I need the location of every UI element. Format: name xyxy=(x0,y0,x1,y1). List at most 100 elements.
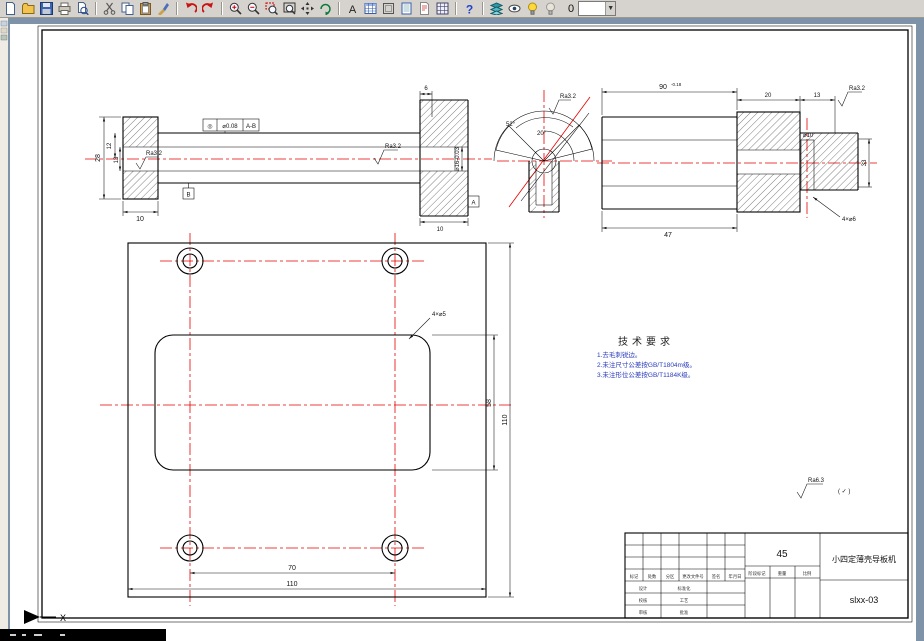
open-icon[interactable] xyxy=(20,1,37,17)
grid-icon[interactable] xyxy=(434,1,451,17)
tb-label-stage: 阶段标记 xyxy=(748,570,766,577)
new-icon-glyph xyxy=(6,2,15,15)
regen-icon[interactable] xyxy=(317,1,334,17)
copy-icon-glyph xyxy=(121,2,134,15)
undo-icon[interactable] xyxy=(182,1,199,17)
pan-icon[interactable] xyxy=(299,1,316,17)
toolbar-separator xyxy=(455,2,457,15)
tb-label-sign: 签名 xyxy=(712,573,721,580)
format-brush-icon[interactable] xyxy=(155,1,172,17)
hatch-area xyxy=(123,117,158,147)
main-toolbar: A ? 0 ▼ xyxy=(0,0,924,18)
tb-label-process: 工艺 xyxy=(680,598,689,603)
dim-110-bottom[interactable]: 110 xyxy=(286,581,297,588)
save-icon-glyph xyxy=(40,2,53,15)
markup-icon-glyph xyxy=(420,2,429,15)
tech-req-item: 2.未注尺寸公差按GB/T1804m级。 xyxy=(597,360,696,369)
dim-ra-angled[interactable]: Ra3.2 xyxy=(560,94,577,100)
frame-icon-glyph xyxy=(383,3,394,14)
paste-icon[interactable] xyxy=(137,1,154,17)
tech-req-item: 3.未注形位公差按GB/T1184K级。 xyxy=(597,370,694,379)
zoom-in-icon[interactable] xyxy=(227,1,244,17)
zoom-out-icon[interactable] xyxy=(245,1,262,17)
layers-icon[interactable] xyxy=(488,1,505,17)
redo-icon[interactable] xyxy=(200,1,217,17)
help-icon[interactable]: ? xyxy=(461,1,478,17)
markup-icon[interactable] xyxy=(416,1,433,17)
dim-ra-shaft[interactable]: Ra3.2 xyxy=(849,86,866,92)
print-preview-icon[interactable] xyxy=(74,1,91,17)
dim-13[interactable]: 13 xyxy=(114,156,120,163)
cut-icon[interactable] xyxy=(101,1,118,17)
datum-b-label: B xyxy=(186,193,190,199)
tb-label-approve: 批准 xyxy=(680,609,689,616)
tb-label-review: 审核 xyxy=(639,609,648,616)
app-window: A ? 0 ▼ 28 12 13 Ra3.2 10 ◎ ⌀0.08 A-B Ra… xyxy=(0,0,924,641)
dim-10-left[interactable]: 10 xyxy=(136,216,144,223)
dim-58[interactable]: 58 xyxy=(486,399,493,407)
chevron-down-icon[interactable]: ▼ xyxy=(605,2,616,15)
dim-13[interactable]: 13 xyxy=(814,93,821,99)
visibility-icon[interactable] xyxy=(506,1,523,17)
notebook-icon[interactable] xyxy=(398,1,415,17)
table-icon[interactable] xyxy=(362,1,379,17)
dim-90[interactable]: 90 xyxy=(659,84,667,91)
copy-icon[interactable] xyxy=(119,1,136,17)
finish-rest: ( ✓ ) xyxy=(838,489,850,495)
dim-33[interactable]: 33 xyxy=(862,159,868,166)
dim-ra-bore[interactable]: Ra3.2 xyxy=(146,151,163,157)
dim-phi16[interactable]: ⌀16-0.03 xyxy=(455,146,461,171)
new-icon[interactable] xyxy=(2,1,19,17)
zoom-out-icon-glyph xyxy=(247,2,260,15)
dim-angle-52[interactable]: 52° xyxy=(506,122,516,128)
dim-110-right[interactable]: 110 xyxy=(502,414,509,425)
zoom-all-icon-glyph xyxy=(283,2,296,15)
print-icon[interactable] xyxy=(56,1,73,17)
hatch-area xyxy=(800,133,858,190)
dim-28[interactable]: 28 xyxy=(95,154,102,162)
dim-90-tol[interactable]: -0.18 xyxy=(671,82,682,87)
grid-icon-glyph xyxy=(436,2,449,15)
open-icon-glyph xyxy=(22,3,35,14)
text-style-icon-glyph: A xyxy=(349,4,357,15)
drawing-canvas[interactable]: 28 12 13 Ra3.2 10 ◎ ⌀0.08 A-B Ra3.2 6 ⌀1… xyxy=(0,18,924,641)
current-layer-label: 0 xyxy=(568,2,575,15)
zoom-window-icon[interactable] xyxy=(263,1,280,17)
dim-4x6[interactable]: 4×⌀6 xyxy=(842,217,856,223)
dim-10-right[interactable]: 10 xyxy=(437,227,444,233)
hatch-area xyxy=(123,171,158,199)
layer-combo[interactable]: ▼ xyxy=(578,1,617,16)
dim-47[interactable]: 47 xyxy=(664,232,672,239)
paste-icon-glyph xyxy=(140,2,151,15)
save-icon[interactable] xyxy=(38,1,55,17)
tb-material: 45 xyxy=(776,549,788,560)
print-icon-glyph xyxy=(58,2,71,15)
dim-phi10[interactable]: ⌀10 xyxy=(803,133,814,139)
tb-label-scale: 比例 xyxy=(803,570,812,577)
dim-4x5[interactable]: 4×⌀5 xyxy=(432,312,446,318)
dim-angle-20[interactable]: 20° xyxy=(537,131,547,137)
bulb-on-icon[interactable] xyxy=(524,1,541,17)
undo-icon-glyph xyxy=(186,2,197,13)
toolbar-separator xyxy=(482,2,484,15)
tb-label-mark: 标记 xyxy=(630,573,639,580)
zoom-in-icon-glyph xyxy=(229,2,242,15)
fcf-symbol: ◎ xyxy=(207,124,212,130)
status-bar-fragment[interactable] xyxy=(0,629,166,641)
bulb-off-icon[interactable] xyxy=(542,1,559,17)
dim-12[interactable]: 12 xyxy=(107,142,113,149)
toolbar-separator xyxy=(176,2,178,15)
print-preview-icon-glyph xyxy=(78,2,89,15)
tb-label-date: 年月日 xyxy=(729,573,742,580)
zoom-all-icon[interactable] xyxy=(281,1,298,17)
docked-toolbar-strip xyxy=(0,18,8,629)
hatch-area xyxy=(737,174,800,212)
frame-icon[interactable] xyxy=(380,1,397,17)
format-brush-icon-glyph xyxy=(158,3,169,15)
dim-70[interactable]: 70 xyxy=(288,565,296,572)
help-icon-glyph: ? xyxy=(466,3,473,16)
text-style-icon[interactable]: A xyxy=(344,1,361,17)
dim-20[interactable]: 20 xyxy=(765,93,772,99)
tb-label-change-file: 更改文件号 xyxy=(682,573,703,580)
dim-ra-face[interactable]: Ra3.2 xyxy=(385,144,402,150)
